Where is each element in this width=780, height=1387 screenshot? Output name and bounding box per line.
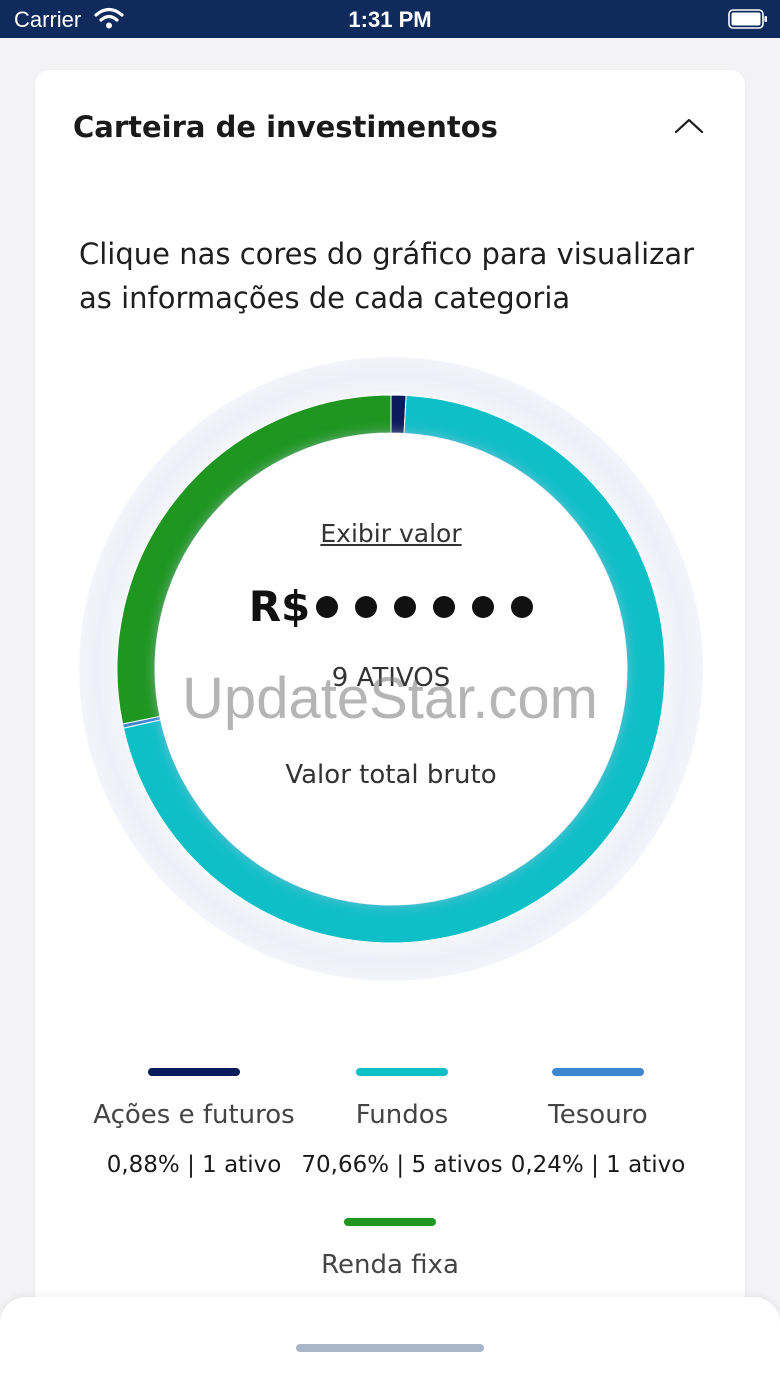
legend-item-renda-fixa[interactable]: Renda fixa [270, 1218, 510, 1280]
legend-detail: 0,88% | 1 ativo [106, 1152, 282, 1178]
gross-total-label: Valor total bruto [285, 760, 497, 790]
chart-center: Exibir valor R$ 9 ATIVOS Valor total bru… [79, 357, 703, 981]
legend-swatch [148, 1068, 240, 1076]
assets-count: 9 ATIVOS [331, 663, 451, 693]
legend-label: Renda fixa [321, 1250, 459, 1280]
legend-swatch [356, 1068, 448, 1076]
legend-label: Ações e futuros [93, 1100, 295, 1130]
legend-detail: 0,24% | 1 ativo [510, 1152, 686, 1178]
legend-swatch [552, 1068, 644, 1076]
status-time: 1:31 PM [348, 7, 432, 32]
show-value-link[interactable]: Exibir valor [79, 519, 703, 548]
masked-dot [316, 595, 339, 618]
masked-dot [511, 595, 534, 618]
legend-swatch [344, 1218, 436, 1226]
bottom-sheet[interactable] [0, 1297, 780, 1387]
chart-hint: Clique nas cores do gráfico para visuali… [79, 237, 695, 315]
hidden-total-value: R$ [79, 582, 703, 631]
masked-dot [472, 595, 495, 618]
masked-dot [433, 595, 456, 618]
battery-icon [728, 9, 768, 29]
home-indicator[interactable] [296, 1344, 484, 1352]
legend-label: Tesouro [548, 1100, 648, 1130]
card-title: Carteira de investimentos [73, 110, 498, 144]
legend-item-acoes[interactable]: Ações e futuros 0,88% | 1 ativo [74, 1068, 314, 1178]
masked-value-dots [316, 595, 534, 618]
legend-item-tesouro[interactable]: Tesouro 0,24% | 1 ativo [478, 1068, 718, 1178]
masked-dot [394, 595, 417, 618]
status-bar: Carrier 1:31 PM [0, 0, 780, 38]
masked-dot [355, 595, 378, 618]
donut-chart[interactable]: Exibir valor R$ 9 ATIVOS Valor total bru… [79, 357, 703, 981]
chevron-up-icon[interactable] [673, 114, 705, 138]
currency-symbol: R$ [248, 582, 311, 631]
portfolio-card: Carteira de investimentos Clique nas cor… [35, 70, 745, 1370]
